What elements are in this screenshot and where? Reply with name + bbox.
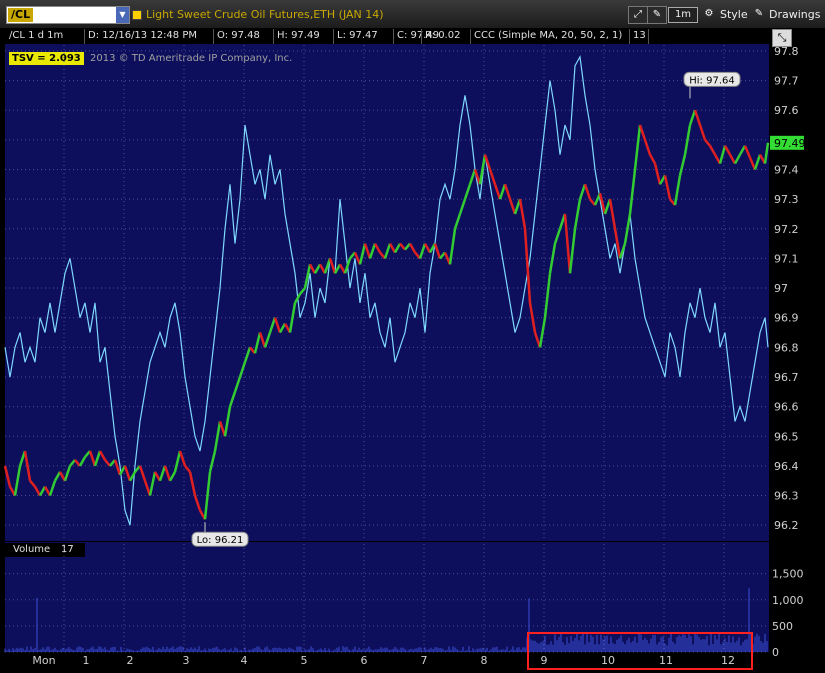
style-button[interactable]: Style	[720, 8, 748, 21]
range-value: R: 0.02	[425, 30, 461, 41]
drawings-button[interactable]: Drawings	[769, 8, 820, 21]
symbol-period: /CL 1 d 1m	[9, 30, 64, 41]
divider	[421, 29, 422, 44]
symbol-dropdown-icon[interactable]: ▼	[116, 7, 129, 23]
draw-tool-icon[interactable]: ✎	[647, 6, 667, 24]
expand-icon[interactable]: ⤡	[772, 29, 792, 47]
volume-plot-area[interactable]	[5, 542, 769, 652]
bar-date: D: 12/16/13 12:48 PM	[88, 30, 197, 41]
divider	[648, 29, 649, 44]
divider	[393, 29, 394, 44]
divider	[273, 29, 274, 44]
instrument-title: Light Sweet Crude Oil Futures,ETH (JAN 1…	[146, 8, 384, 21]
study-name: CCC (Simple MA, 20, 50, 2, 1)	[474, 30, 623, 41]
tsv-badge: TSV = 2.093	[9, 52, 84, 65]
divider	[84, 29, 85, 44]
timeframe-button[interactable]: 1m	[668, 7, 698, 23]
copyright-text: 2013 © TD Ameritrade IP Company, Inc.	[90, 53, 293, 64]
divider	[629, 29, 630, 44]
link-flag-icon[interactable]	[132, 10, 142, 20]
low-value: L: 97.47	[337, 30, 378, 41]
symbol-input[interactable]: /CL ▼	[6, 6, 130, 24]
study-value: 13	[633, 30, 646, 41]
zoom-icon[interactable]: ⤢	[628, 6, 648, 24]
volume-label: Volume	[13, 544, 51, 555]
price-plot-area[interactable]	[5, 29, 769, 541]
symbol-value: /CL	[8, 8, 34, 22]
divider	[470, 29, 471, 44]
drawings-pencil-icon[interactable]: ✎	[752, 6, 766, 22]
open-value: O: 97.48	[217, 30, 260, 41]
volume-label-bar: Volume 17	[5, 543, 85, 557]
ohlc-info-bar: /CL 1 d 1m D: 12/16/13 12:48 PM O: 97.48…	[5, 29, 769, 44]
style-gear-icon[interactable]: ⚙	[702, 6, 716, 22]
toolbar: /CL ▼ Light Sweet Crude Oil Futures,ETH …	[0, 0, 825, 29]
high-value: H: 97.49	[277, 30, 320, 41]
volume-value: 17	[61, 544, 74, 555]
divider	[333, 29, 334, 44]
divider	[213, 29, 214, 44]
